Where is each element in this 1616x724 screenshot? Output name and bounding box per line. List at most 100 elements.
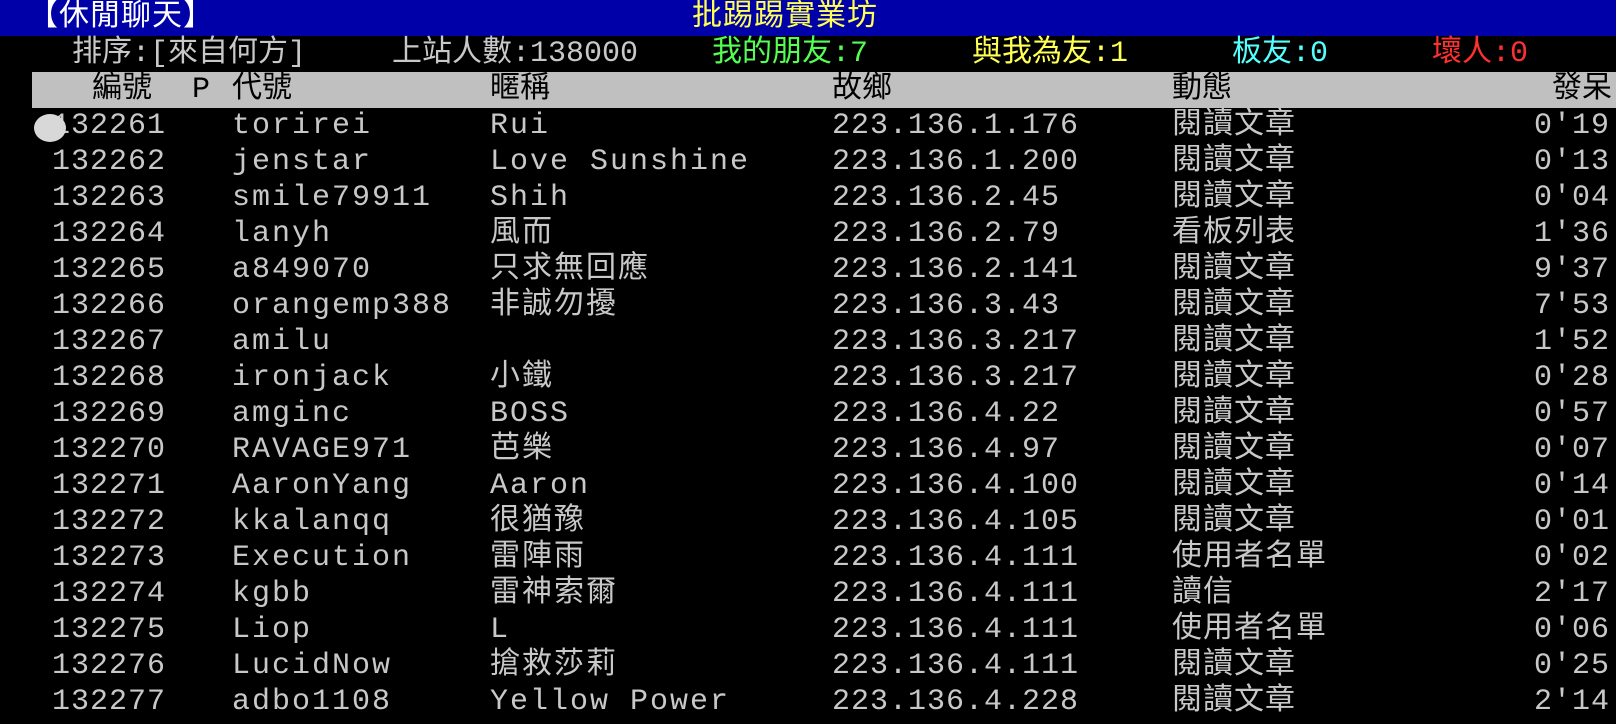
user-num: 132263 xyxy=(52,181,167,215)
user-row[interactable]: 132269 amginc BOSS 223.136.4.22 閱讀文章 0'5… xyxy=(0,396,1616,432)
user-row[interactable]: 132273 Execution 雷陣雨 223.136.4.111 使用者名單… xyxy=(0,540,1616,576)
user-num: 132274 xyxy=(52,577,167,611)
col-p-header: P xyxy=(192,73,211,107)
my-friends-count: 我的朋友:7 xyxy=(712,37,869,71)
user-id: amilu xyxy=(232,325,333,359)
user-nick: 只求無回應 xyxy=(490,253,650,287)
user-nick: L xyxy=(490,613,511,647)
user-from: 223.136.2.45 xyxy=(832,181,1061,215)
column-header: 編號 P 代號 暱稱 故鄉 動態 發呆 xyxy=(32,72,1616,108)
col-nick-header: 暱稱 xyxy=(490,73,550,107)
user-num: 132271 xyxy=(52,469,167,503)
user-idle: 0'06 xyxy=(1533,613,1610,647)
user-from: 223.136.4.111 xyxy=(832,613,1080,647)
bad-users-count: 壞人:0 xyxy=(1432,37,1529,71)
user-id: jenstar xyxy=(232,145,373,179)
user-nick: 芭樂 xyxy=(490,433,554,467)
user-num: 132272 xyxy=(52,505,167,539)
user-row[interactable]: 132275 Liop L 223.136.4.111 使用者名單 0'06 xyxy=(0,612,1616,648)
user-num: 132268 xyxy=(52,361,167,395)
user-num: 132267 xyxy=(52,325,167,359)
user-from: 223.136.4.105 xyxy=(832,505,1080,539)
user-id: AaronYang xyxy=(232,469,413,503)
col-id-header: 代號 xyxy=(232,73,292,107)
sort-mode[interactable]: 排序:[來自何方] xyxy=(72,36,306,72)
user-list: 132261 torirei Rui 223.136.1.176 閱讀文章 0'… xyxy=(0,108,1616,720)
user-row[interactable]: 132262 jenstar Love Sunshine 223.136.1.2… xyxy=(0,144,1616,180)
user-id: amginc xyxy=(232,397,353,431)
user-from: 223.136.4.111 xyxy=(832,541,1080,575)
user-action: 閱讀文章 xyxy=(1172,253,1296,287)
user-idle: 0'19 xyxy=(1533,109,1610,143)
user-row[interactable]: 132261 torirei Rui 223.136.1.176 閱讀文章 0'… xyxy=(0,108,1616,144)
online-count: 上站人數:138000 xyxy=(392,37,639,71)
user-row[interactable]: 132274 kgbb 雷神索爾 223.136.4.111 讀信 2'17 xyxy=(0,576,1616,612)
user-action: 閱讀文章 xyxy=(1172,325,1296,359)
user-row[interactable]: 132276 LucidNow 搶救莎莉 223.136.4.111 閱讀文章 … xyxy=(0,648,1616,684)
user-idle: 1'52 xyxy=(1533,325,1610,359)
site-name: 批踢踢實業坊 xyxy=(692,1,878,35)
user-action: 閱讀文章 xyxy=(1172,289,1296,323)
user-idle: 0'28 xyxy=(1533,361,1610,395)
user-row[interactable]: 132265 a849070 只求無回應 223.136.2.141 閱讀文章 … xyxy=(0,252,1616,288)
user-num: 132269 xyxy=(52,397,167,431)
user-idle: 0'02 xyxy=(1533,541,1610,575)
status-line: 排序:[來自何方] 上站人數:138000 我的朋友:7 與我為友:1 板友:0… xyxy=(0,36,1616,72)
user-num: 132262 xyxy=(52,145,167,179)
user-action: 閱讀文章 xyxy=(1172,505,1296,539)
user-from: 223.136.3.217 xyxy=(832,325,1080,359)
user-action: 閱讀文章 xyxy=(1172,433,1296,467)
user-idle: 0'57 xyxy=(1533,397,1610,431)
board-friends-count: 板友:0 xyxy=(1232,37,1329,71)
user-nick: Love Sunshine xyxy=(490,145,751,179)
user-id: ironjack xyxy=(232,361,393,395)
user-nick: 非誠勿擾 xyxy=(490,289,618,323)
user-id: LucidNow xyxy=(232,649,393,683)
user-id: kgbb xyxy=(232,577,313,611)
user-num: 132273 xyxy=(52,541,167,575)
user-from: 223.136.4.97 xyxy=(832,433,1061,467)
user-row[interactable]: 132277 adbo1108 Yellow Power 223.136.4.2… xyxy=(0,684,1616,720)
user-row[interactable]: 132270 RAVAGE971 芭樂 223.136.4.97 閱讀文章 0'… xyxy=(0,432,1616,468)
user-row[interactable]: 132267 amilu 223.136.3.217 閱讀文章 1'52 xyxy=(0,324,1616,360)
user-row[interactable]: 132266 orangemp388 非誠勿擾 223.136.3.43 閱讀文… xyxy=(0,288,1616,324)
user-nick: Aaron xyxy=(490,469,591,503)
user-action: 閱讀文章 xyxy=(1172,361,1296,395)
user-action: 閱讀文章 xyxy=(1172,181,1296,215)
user-idle: 0'14 xyxy=(1533,469,1610,503)
user-from: 223.136.4.22 xyxy=(832,397,1061,431)
user-from: 223.136.2.141 xyxy=(832,253,1080,287)
user-id: kkalanqq xyxy=(232,505,393,539)
user-from: 223.136.3.43 xyxy=(832,289,1061,323)
user-action: 閱讀文章 xyxy=(1172,685,1296,719)
user-num: 132264 xyxy=(52,217,167,251)
user-nick: Rui xyxy=(490,109,551,143)
col-from-header: 故鄉 xyxy=(832,73,892,107)
col-num-header: 編號 xyxy=(92,73,152,107)
user-nick: 風而 xyxy=(490,217,554,251)
user-id: lanyh xyxy=(232,217,333,251)
user-row[interactable]: 132264 lanyh 風而 223.136.2.79 看板列表 1'36 xyxy=(0,216,1616,252)
title-bar: 【休閒聊天】 批踢踢實業坊 xyxy=(0,0,1616,36)
user-action: 閱讀文章 xyxy=(1172,469,1296,503)
user-row[interactable]: 132272 kkalanqq 很猶豫 223.136.4.105 閱讀文章 0… xyxy=(0,504,1616,540)
col-action-header: 動態 xyxy=(1172,73,1232,107)
user-row[interactable]: 132271 AaronYang Aaron 223.136.4.100 閱讀文… xyxy=(0,468,1616,504)
user-nick: Yellow Power xyxy=(490,685,731,719)
user-nick: 搶救莎莉 xyxy=(490,649,618,683)
user-action: 使用者名單 xyxy=(1172,541,1327,575)
user-idle: 2'14 xyxy=(1533,685,1610,719)
user-idle: 0'25 xyxy=(1533,649,1610,683)
user-from: 223.136.1.200 xyxy=(832,145,1080,179)
user-row[interactable]: 132268 ironjack 小鐵 223.136.3.217 閱讀文章 0'… xyxy=(0,360,1616,396)
col-idle-header: 發呆 xyxy=(1552,73,1612,107)
user-num: 132266 xyxy=(52,289,167,323)
user-row[interactable]: 132263 smile79911 Shih 223.136.2.45 閱讀文章… xyxy=(0,180,1616,216)
user-from: 223.136.4.228 xyxy=(832,685,1080,719)
user-idle: 0'04 xyxy=(1533,181,1610,215)
user-action: 使用者名單 xyxy=(1172,613,1327,647)
user-from: 223.136.1.176 xyxy=(832,109,1080,143)
user-idle: 1'36 xyxy=(1533,217,1610,251)
user-num: 132261 xyxy=(52,109,167,143)
user-nick: Shih xyxy=(490,181,571,215)
